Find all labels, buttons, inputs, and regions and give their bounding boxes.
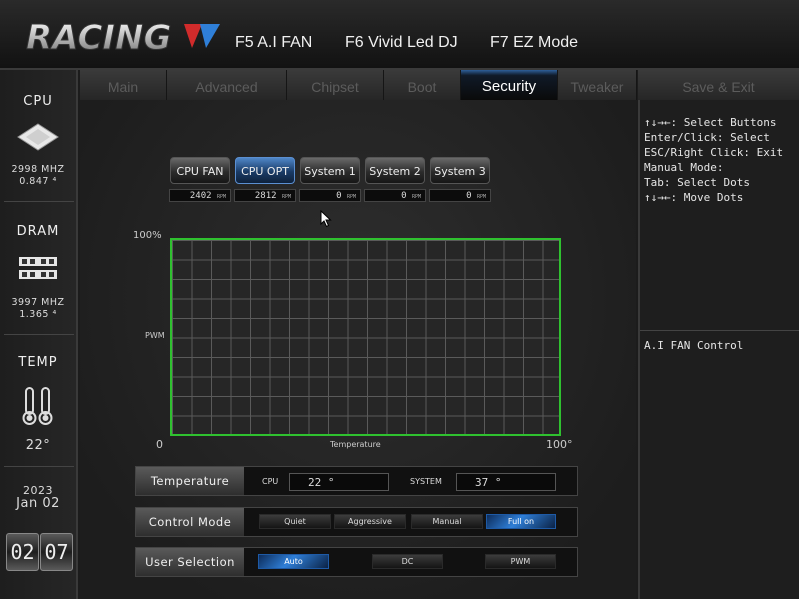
mode-manual-button[interactable]: Manual <box>411 514 483 529</box>
control-mode-row-label: Control Mode <box>136 508 244 536</box>
f6-vivid-led-dj-button[interactable]: F6 Vivid Led DJ <box>345 34 458 52</box>
fan-button-cpu-fan[interactable]: CPU FAN <box>170 157 230 184</box>
graph-x-max-label: 100° <box>546 438 573 451</box>
help-line: Enter/Click: Select <box>644 131 770 144</box>
f5-ai-fan-button[interactable]: F5 A.I FAN <box>235 34 312 52</box>
racing-logo: RACING <box>26 18 220 58</box>
mode-aggressive-button[interactable]: Aggressive <box>334 514 406 529</box>
tab-bar: Main Advanced Chipset Boot Security Twea… <box>80 70 637 100</box>
help-line: ↑↓→←: Select Buttons <box>644 116 777 129</box>
tab-tweaker[interactable]: Tweaker <box>558 70 637 100</box>
tab-boot[interactable]: Boot <box>384 70 461 100</box>
graph-y-label: PWM <box>145 331 165 340</box>
tab-chipset[interactable]: Chipset <box>287 70 384 100</box>
help-line: ↑↓→←: Move Dots <box>644 191 744 204</box>
graph-x-min-label: 0 <box>156 438 163 451</box>
graph-y-max-label: 100% <box>133 230 162 241</box>
fan-rpm-system-2: 0 RPM <box>364 189 426 202</box>
top-bar: RACING F5 A.I FAN F6 Vivid Led DJ F7 EZ … <box>0 0 799 70</box>
help-line: Manual Mode: <box>644 161 724 174</box>
tab-save-exit[interactable]: Save & Exit <box>638 70 799 100</box>
system-temp-label: SYSTEM <box>410 477 442 486</box>
selection-dc-button[interactable]: DC <box>372 554 443 569</box>
mode-full-on-button[interactable]: Full on <box>486 514 556 529</box>
clock-hours: 02 <box>6 533 39 571</box>
fan-rpm-system-3: 0 RPM <box>429 189 491 202</box>
dram-frequency: 3997 MHZ <box>11 297 65 308</box>
temperature-row-label: Temperature <box>136 467 244 495</box>
selection-auto-button[interactable]: Auto <box>258 554 329 569</box>
graph-x-label: Temperature <box>330 440 381 449</box>
tab-main[interactable]: Main <box>80 70 167 100</box>
system-temp-value: 37 ° <box>456 473 556 491</box>
help-line: ESC/Right Click: Exit <box>644 146 784 159</box>
fan-button-system-3[interactable]: System 3 <box>430 157 490 184</box>
divider <box>4 334 74 335</box>
tab-advanced[interactable]: Advanced <box>167 70 287 100</box>
help-line: Tab: Select Dots <box>644 176 750 189</box>
f7-ez-mode-button[interactable]: F7 EZ Mode <box>490 34 578 52</box>
selection-pwm-button[interactable]: PWM <box>485 554 556 569</box>
cpu-frequency: 2998 MHZ <box>11 164 65 175</box>
dram-title: DRAM <box>16 224 60 239</box>
temp-value: 22° <box>25 438 51 453</box>
divider <box>4 466 74 467</box>
date-month-day: Jan 02 <box>16 496 60 511</box>
fan-rpm-cpu-opt: 2812 RPM <box>234 189 296 202</box>
fan-curve-graph[interactable] <box>170 238 561 436</box>
divider <box>4 201 74 202</box>
dram-voltage: 1.365 ⁴ <box>19 309 57 320</box>
cpu-voltage: 0.847 ⁴ <box>19 176 57 187</box>
fan-button-system-1[interactable]: System 1 <box>300 157 360 184</box>
cpu-temp-label: CPU <box>262 477 279 486</box>
fan-button-cpu-opt[interactable]: CPU OPT <box>235 157 295 184</box>
svg-text:RACING: RACING <box>26 18 171 58</box>
fan-rpm-system-1: 0 RPM <box>299 189 361 202</box>
user-selection-row-label: User Selection <box>136 548 244 576</box>
dram-module-icon <box>19 257 57 279</box>
mouse-cursor-icon <box>320 210 332 228</box>
tab-security[interactable]: Security <box>461 70 558 100</box>
thermometer-icon <box>22 387 53 425</box>
help-section-title: A.I FAN Control <box>644 339 744 352</box>
mode-quiet-button[interactable]: Quiet <box>259 514 331 529</box>
cpu-chip-icon <box>17 123 59 151</box>
cpu-temp-value: 22 ° <box>289 473 389 491</box>
clock-minutes: 07 <box>40 533 73 571</box>
temp-title: TEMP <box>18 355 58 370</box>
cpu-title: CPU <box>23 94 53 109</box>
divider <box>640 330 799 331</box>
fan-button-system-2[interactable]: System 2 <box>365 157 425 184</box>
fan-rpm-cpu-fan: 2402 RPM <box>169 189 231 202</box>
